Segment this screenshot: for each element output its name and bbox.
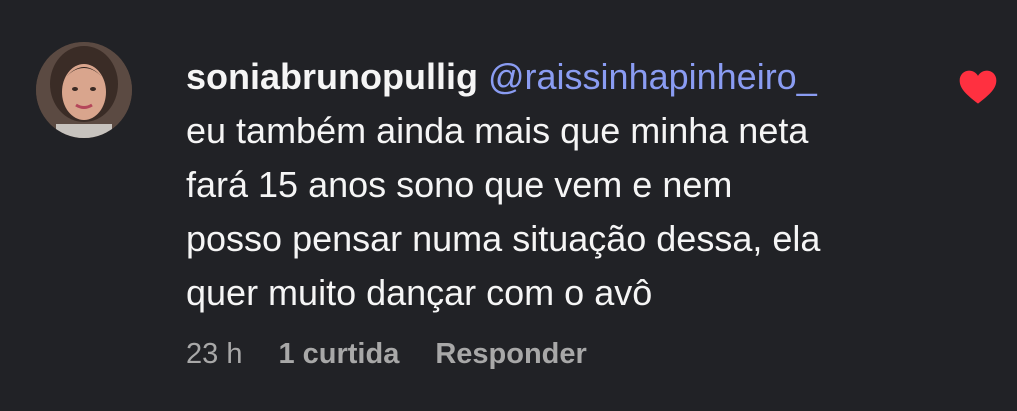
comment-line: eu também ainda mais que minha neta bbox=[186, 110, 809, 151]
comment-line: fará 15 anos sono que vem e nem bbox=[186, 164, 733, 205]
timestamp: 23 h bbox=[186, 338, 243, 370]
comment-text: soniabrunopullig @raissinhapinheiro_ eu … bbox=[186, 50, 926, 320]
comment-item: soniabrunopullig @raissinhapinheiro_ eu … bbox=[0, 0, 1017, 411]
comment-line: posso pensar numa situação dessa, ela bbox=[186, 218, 821, 259]
reply-button[interactable]: Responder bbox=[435, 338, 586, 371]
username-link[interactable]: soniabrunopullig bbox=[186, 56, 478, 97]
heart-icon[interactable] bbox=[958, 68, 998, 106]
comment-body: soniabrunopullig @raissinhapinheiro_ eu … bbox=[186, 50, 926, 320]
likes-count-link[interactable]: 1 curtida bbox=[278, 338, 399, 371]
avatar[interactable] bbox=[36, 42, 132, 138]
comment-meta: 23 h 1 curtida Responder bbox=[186, 338, 623, 371]
mention-link[interactable]: @raissinhapinheiro_ bbox=[488, 56, 817, 97]
avatar-image bbox=[36, 42, 132, 138]
comment-line: quer muito dançar com o avô bbox=[186, 272, 653, 313]
